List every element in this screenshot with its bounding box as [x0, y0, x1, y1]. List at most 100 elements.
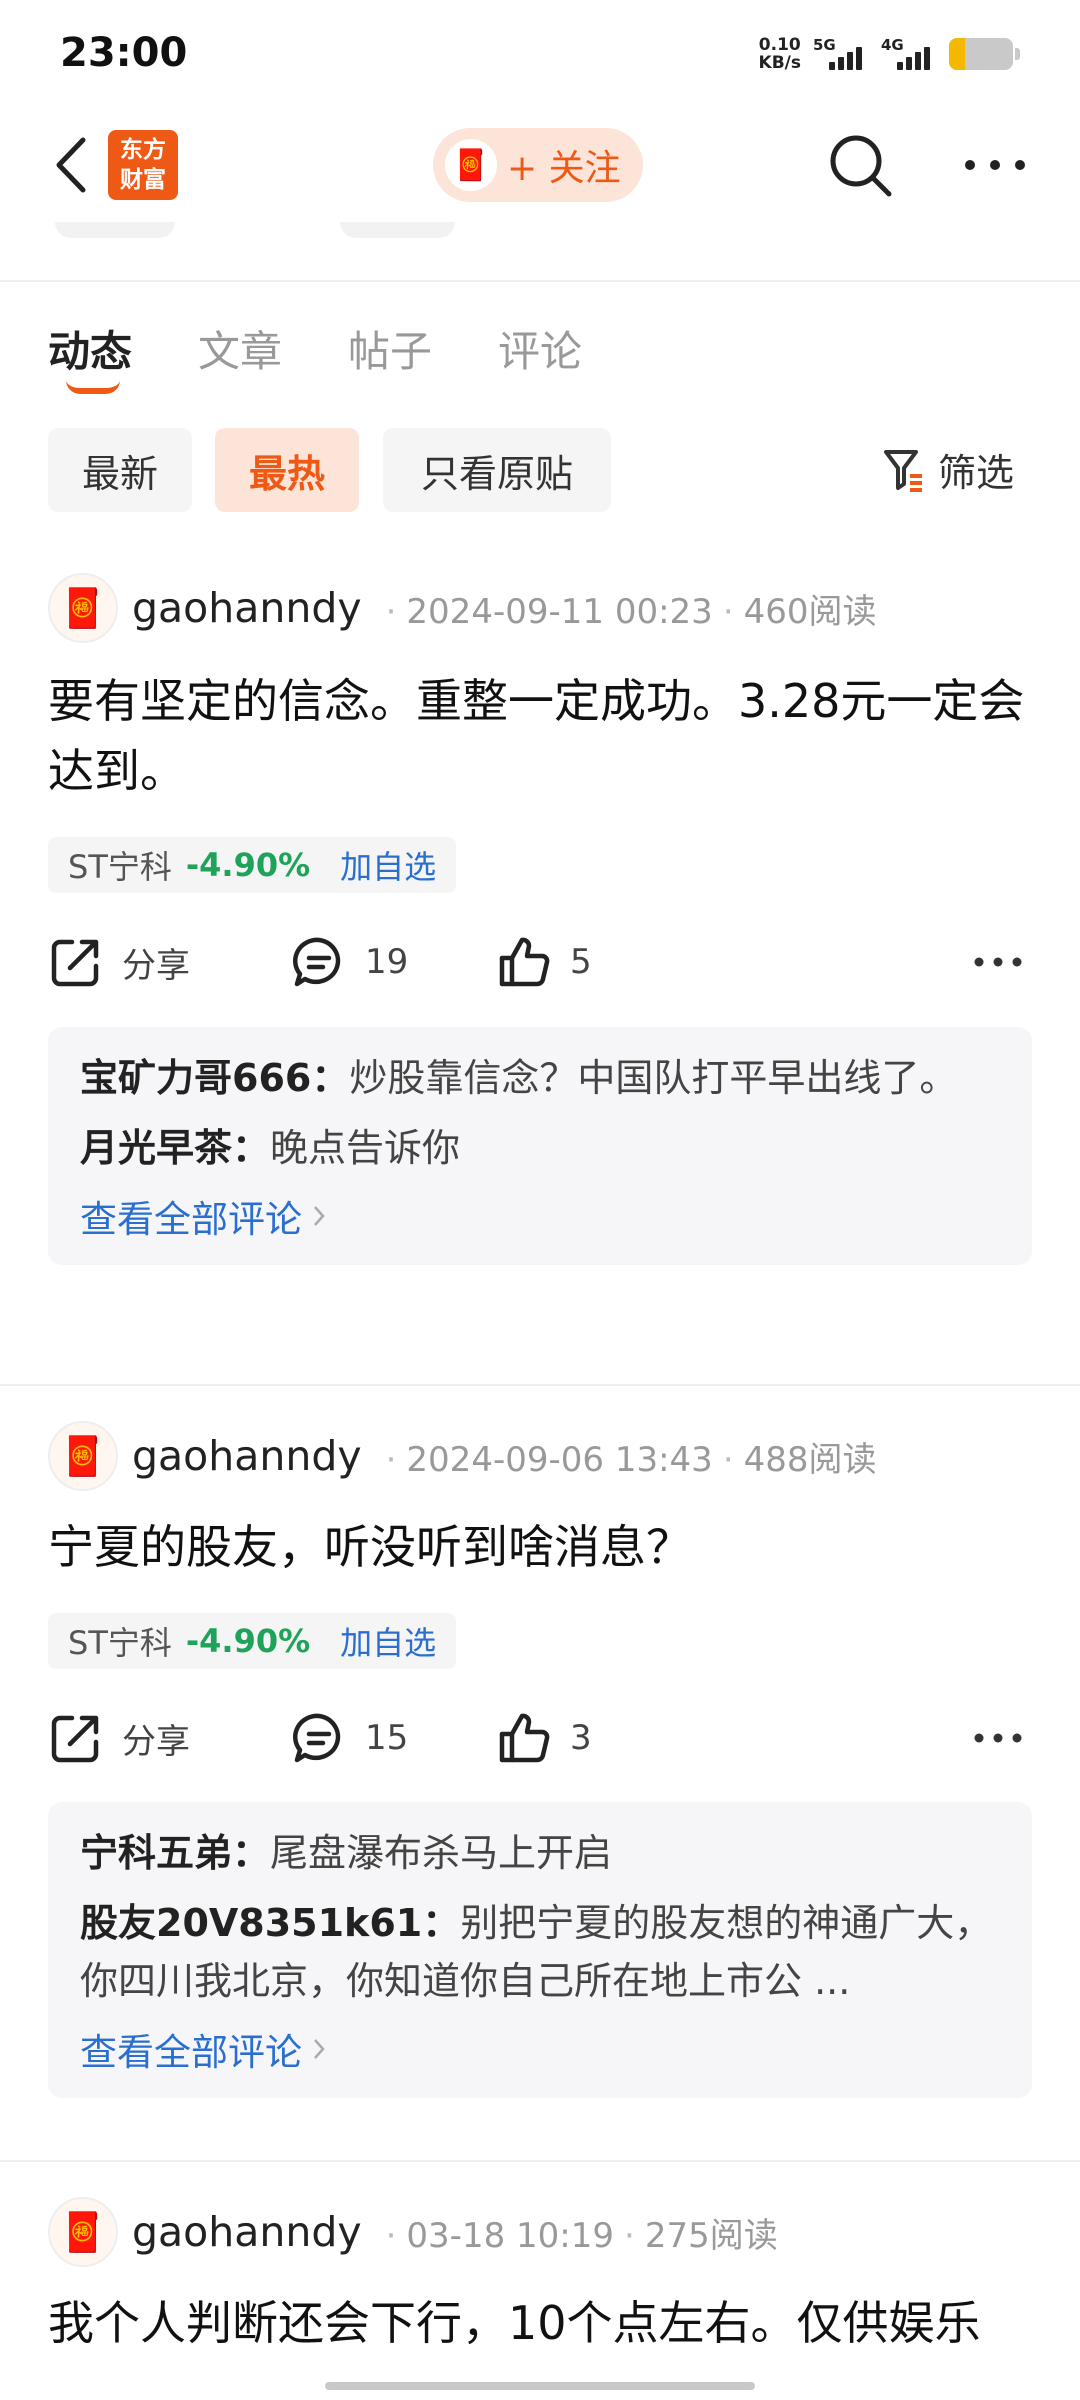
- comment-icon: [292, 937, 341, 987]
- filter-button[interactable]: 筛选: [882, 442, 1014, 497]
- signal-5g-label: 5G: [813, 36, 836, 54]
- comment-preview-box[interactable]: 宝矿力哥666：炒股靠信念？中国队打平早出线了。 月光早茶：晚点告诉你 查看全部…: [48, 1027, 1032, 1265]
- filter-bar: 最新 最热 只看原贴 筛选: [0, 428, 1080, 514]
- share-icon: [51, 939, 99, 987]
- post-actions: 分享 19 5: [48, 922, 1038, 1002]
- post-card[interactable]: 🧧 gaohanndy · 2024-09-06 13:43 · 488阅读 宁夏的股…: [0, 1420, 1080, 2120]
- status-bar: 23:00 0.10 KB/s 5G 4G: [0, 0, 1080, 110]
- comment-icon: [292, 1713, 341, 1763]
- network-speed-value: 0.10: [758, 35, 801, 55]
- network-speed-unit: KB/s: [758, 53, 801, 73]
- stock-change: -4.90%: [185, 846, 311, 884]
- post-meta: · 2024-09-06 13:43 · 488阅读: [385, 1439, 877, 1480]
- comment-count: 15: [365, 1718, 409, 1758]
- post-date: 2024-09-11 00:23: [406, 591, 713, 632]
- view-all-comments-link[interactable]: 查看全部评论: [80, 1189, 1000, 1243]
- share-button[interactable]: 分享: [48, 922, 190, 1002]
- user-avatar-icon: 🧧: [445, 139, 497, 191]
- post-card[interactable]: 🧧 gaohanndy · 03-18 10:19 · 275阅读 我个人判断还会下行…: [0, 2196, 1080, 2400]
- signal-5g-icon: 5G: [813, 36, 869, 70]
- post-text[interactable]: 我个人判断还会下行，10个点左右。仅供娱乐: [48, 2288, 1038, 2358]
- logo-line-2: 财富: [120, 167, 166, 193]
- author-name[interactable]: gaohanndy: [132, 584, 362, 632]
- content-tabs: 动态 文章 帖子 评论: [0, 310, 1080, 400]
- filter-label: 筛选: [938, 451, 1015, 495]
- comment-button[interactable]: 19: [291, 922, 408, 1002]
- like-button[interactable]: 5: [496, 922, 592, 1002]
- filter-original-only[interactable]: 只看原贴: [383, 428, 611, 512]
- post-header: 🧧 gaohanndy · 2024-09-06 13:43 · 488阅读: [48, 1420, 877, 1492]
- post-meta: · 2024-09-11 00:23 · 460阅读: [385, 591, 877, 632]
- logo-line-1: 东方: [120, 137, 166, 163]
- tab-dynamic[interactable]: 动态: [48, 318, 132, 379]
- view-all-comments-link[interactable]: 查看全部评论: [80, 2022, 1000, 2076]
- more-horizontal-icon[interactable]: [960, 130, 1030, 200]
- stock-tag[interactable]: ST宁科 -4.90% 加自选: [48, 1613, 457, 1669]
- filter-hottest[interactable]: 最热: [215, 428, 359, 512]
- post-divider: [0, 1384, 1080, 1386]
- filter-icon: [884, 449, 922, 492]
- back-icon[interactable]: [40, 130, 100, 200]
- author-avatar[interactable]: 🧧: [48, 2197, 118, 2267]
- view-all-label: 查看全部评论: [80, 1198, 302, 1241]
- follow-label: + 关注: [507, 148, 621, 189]
- tab-comments[interactable]: 评论: [498, 318, 582, 379]
- comment-button[interactable]: 15: [291, 1698, 408, 1778]
- filter-latest[interactable]: 最新: [48, 428, 192, 512]
- author-name[interactable]: gaohanndy: [132, 1432, 362, 1480]
- post-text[interactable]: 宁夏的股友，听没听到啥消息？: [48, 1512, 1038, 1582]
- stock-name: ST宁科: [68, 1624, 172, 1662]
- comment-preview-box[interactable]: 宁科五弟：尾盘瀑布杀马上开启 股友20V8351k61：别把宁夏的股友想的神通广…: [48, 1802, 1032, 2098]
- battery-icon: [949, 38, 1013, 70]
- comment-user[interactable]: 月光早茶：: [80, 1126, 270, 1170]
- network-speed: 0.10 KB/s: [759, 36, 801, 72]
- home-indicator[interactable]: [325, 2382, 755, 2390]
- chevron-right-icon: [314, 1206, 325, 1226]
- comment-text: 尾盘瀑布杀马上开启: [270, 1831, 613, 1875]
- read-count: 460阅读: [743, 591, 877, 632]
- status-icons: 0.10 KB/s 5G 4G: [759, 36, 1020, 72]
- share-icon: [51, 1715, 99, 1763]
- read-count: 275阅读: [644, 2215, 778, 2256]
- comment-user[interactable]: 宁科五弟：: [80, 1831, 270, 1875]
- author-avatar[interactable]: 🧧: [48, 1421, 118, 1491]
- post-header: 🧧 gaohanndy · 03-18 10:19 · 275阅读: [48, 2196, 778, 2268]
- search-icon[interactable]: [825, 130, 895, 200]
- author-avatar[interactable]: 🧧: [48, 573, 118, 643]
- post-card[interactable]: 🧧 gaohanndy · 2024-09-11 00:23 · 460阅读 要有坚定…: [0, 572, 1080, 1352]
- comment-user[interactable]: 宝矿力哥666：: [80, 1056, 349, 1100]
- stock-tag[interactable]: ST宁科 -4.90% 加自选: [48, 837, 457, 893]
- share-label: 分享: [122, 1721, 190, 1762]
- post-date: 03-18 10:19: [406, 2215, 615, 2256]
- comment-text: 晚点告诉你: [270, 1126, 461, 1170]
- comment-user[interactable]: 股友20V8351k61：: [80, 1901, 460, 1945]
- post-more-button[interactable]: [973, 1698, 1023, 1778]
- post-more-button[interactable]: [973, 922, 1023, 1002]
- view-all-label: 查看全部评论: [80, 2031, 302, 2074]
- like-count: 3: [570, 1718, 592, 1758]
- comment-preview: 宁科五弟：尾盘瀑布杀马上开启: [80, 1824, 1000, 1882]
- comment-preview: 股友20V8351k61：别把宁夏的股友想的神通广大，你四川我北京，你知道你自己…: [80, 1894, 1000, 2010]
- active-tab-indicator: [66, 380, 120, 394]
- like-button[interactable]: 3: [496, 1698, 592, 1778]
- signal-4g-icon: 4G: [881, 36, 937, 70]
- tab-articles[interactable]: 文章: [198, 318, 282, 379]
- follow-button[interactable]: 🧧 + 关注: [433, 128, 643, 202]
- status-time: 23:00: [60, 30, 188, 76]
- battery-tip: [1015, 48, 1020, 60]
- top-nav-bar: 东方 财富 🧧 + 关注: [0, 110, 1080, 220]
- post-actions: 分享 15 3: [48, 1698, 1038, 1778]
- thumbs-up-icon: [499, 1713, 550, 1763]
- chevron-right-icon: [314, 2039, 325, 2059]
- comment-preview: 宝矿力哥666：炒股靠信念？中国队打平早出线了。: [80, 1049, 1000, 1107]
- post-text[interactable]: 要有坚定的信念。重整一定成功。3.28元一定会达到。: [48, 666, 1038, 806]
- comment-text: 炒股靠信念？中国队打平早出线了。: [349, 1056, 958, 1100]
- tab-posts[interactable]: 帖子: [348, 318, 432, 379]
- app-logo[interactable]: 东方 财富: [108, 130, 178, 200]
- add-watchlist-button[interactable]: 加自选: [340, 1618, 436, 1664]
- share-button[interactable]: 分享: [48, 1698, 190, 1778]
- post-divider: [0, 2160, 1080, 2162]
- add-watchlist-button[interactable]: 加自选: [340, 842, 436, 888]
- author-name[interactable]: gaohanndy: [132, 2208, 362, 2256]
- stock-name: ST宁科: [68, 848, 172, 886]
